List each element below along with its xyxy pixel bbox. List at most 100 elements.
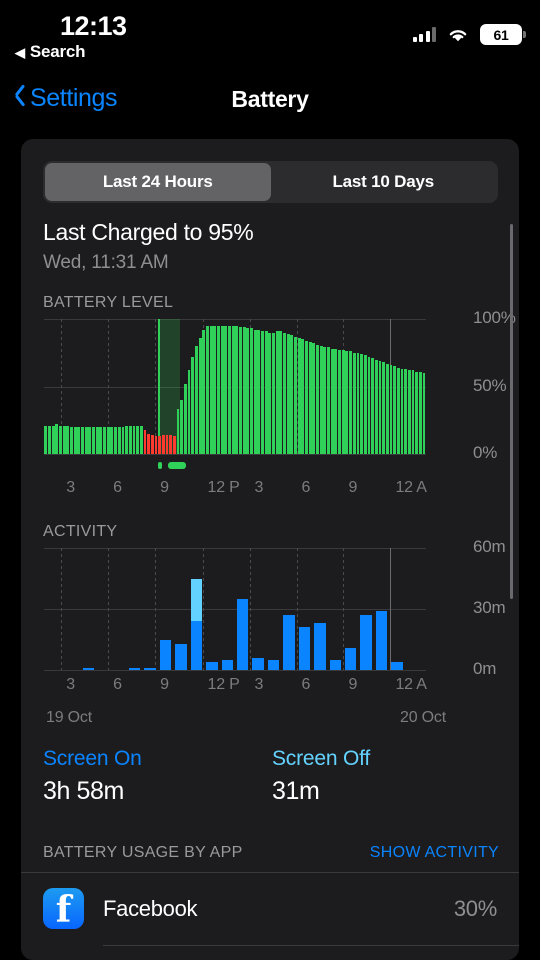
battery-level-bar (121, 427, 125, 454)
activity-bar (345, 647, 357, 670)
activity-bar (314, 623, 326, 670)
battery-level-bar (407, 370, 411, 454)
status-bar-back-to-app[interactable]: ◀ Search (15, 42, 86, 62)
activity-bar-screen-on (159, 639, 172, 670)
activity-bar-screen-on (298, 627, 311, 670)
battery-level-bar (294, 336, 297, 454)
activity-bar-screen-on (360, 615, 372, 670)
battery-level-bar (275, 331, 279, 454)
usage-by-app-label: BATTERY USAGE BY APP (43, 844, 243, 861)
battery-page: Last 24 Hours Last 10 Days Last Charged … (0, 132, 540, 960)
battery-level-section-label: BATTERY LEVEL (43, 294, 174, 311)
activity-section-label: ACTIVITY (43, 523, 118, 540)
activity-bar (175, 643, 187, 670)
battery-level-bar (136, 425, 140, 454)
activity-x-tick: 6 (113, 676, 122, 693)
tab-last-24-hours[interactable]: Last 24 Hours (45, 163, 271, 201)
activity-x-tick: 12 P (207, 676, 240, 693)
activity-bar (283, 615, 295, 670)
activity-bar (190, 578, 203, 670)
battery-level-bar (352, 352, 356, 454)
battery-level-bar (400, 368, 404, 454)
battery-level-bar (95, 427, 99, 454)
battery-level-bar (48, 425, 51, 454)
activity-y-tick: 30m (473, 598, 506, 617)
battery-level-bar (396, 367, 400, 454)
battery-level-bar (216, 325, 220, 454)
activity-bar (221, 659, 233, 670)
activity-bar-screen-on (267, 659, 280, 670)
battery-level-bar (297, 337, 301, 454)
battery-level-bar (250, 328, 253, 454)
activity-day-start-label: 19 Oct (46, 709, 92, 726)
battery-level-bar (106, 427, 110, 454)
battery-level-bar (418, 371, 422, 454)
battery-level-bar (345, 351, 349, 454)
activity-bar-screen-on (175, 643, 187, 670)
battery-level-bar (264, 331, 268, 454)
battery-level-bar (283, 332, 286, 454)
tab-last-10-days[interactable]: Last 10 Days (271, 163, 497, 201)
battery-level-bar (305, 340, 308, 454)
screen-off-label: Screen Off (272, 747, 370, 770)
activity-x-tick: 3 (66, 676, 75, 693)
battery-level-bar (198, 337, 202, 454)
battery-level-bar (235, 325, 239, 454)
battery-level-bar (139, 425, 143, 454)
battery-level-bar (279, 331, 283, 454)
vertical-scrollbar[interactable] (510, 224, 513, 599)
battery-level-chart[interactable] (44, 319, 426, 455)
battery-level-bar (308, 341, 312, 454)
battery-level-bar (88, 427, 92, 454)
activity-bars (44, 548, 426, 670)
battery-level-bar (191, 356, 195, 454)
battery-level-bar (415, 371, 419, 454)
last-charged-subtitle: Wed, 11:31 AM (43, 252, 169, 273)
screen-off-value: 31m (272, 777, 320, 805)
activity-chart[interactable] (44, 548, 426, 671)
app-name-label: Facebook (103, 896, 198, 921)
back-triangle-icon: ◀ (15, 44, 25, 60)
navigation-bar: Settings Battery (0, 70, 540, 132)
activity-bar-screen-on (206, 661, 218, 670)
activity-bar (144, 667, 156, 670)
battery-level-bar (261, 331, 264, 454)
battery-card: Last 24 Hours Last 10 Days Last Charged … (21, 139, 519, 960)
battery-level-bar (220, 325, 224, 454)
battery-level-bar (323, 347, 327, 454)
battery-level-bar (110, 427, 114, 454)
battery-level-bar (389, 364, 393, 454)
battery-level-bar (242, 327, 246, 454)
range-segmented-control[interactable]: Last 24 Hours Last 10 Days (43, 161, 498, 203)
status-bar: 12:13 ◀ Search 61 (0, 0, 540, 70)
battery-level-bar (161, 435, 165, 454)
charging-marker-start (157, 462, 163, 469)
battery-level-bar (165, 435, 169, 454)
activity-bar-screen-on (190, 621, 203, 670)
battery-level-bar (327, 347, 331, 454)
show-activity-button[interactable]: SHOW ACTIVITY (370, 844, 499, 862)
battery-percent-label: 61 (493, 26, 509, 43)
battery-level-bar (330, 348, 334, 454)
activity-bar (391, 661, 403, 670)
battery-level-bar (125, 425, 129, 454)
battery-level-bar (143, 429, 147, 454)
battery-level-bar (378, 360, 382, 454)
battery-level-bar (411, 370, 415, 454)
battery-level-bar (180, 400, 184, 454)
app-row-divider (103, 945, 519, 946)
battery-level-bar (239, 327, 242, 454)
activity-bar (252, 657, 264, 670)
battery-level-bar (92, 427, 96, 454)
battery-level-bar (84, 427, 88, 454)
activity-x-tick: 6 (301, 676, 311, 693)
battery-status-icon: 61 (480, 24, 526, 45)
section-divider (21, 872, 519, 873)
battery-level-bar (224, 325, 228, 454)
wifi-icon (447, 27, 469, 43)
battery-level-x-tick: 3 (66, 479, 75, 496)
activity-bar (236, 598, 249, 670)
battery-level-bar (66, 425, 70, 454)
activity-bar-screen-on (82, 667, 95, 670)
battery-level-bar (172, 436, 176, 454)
